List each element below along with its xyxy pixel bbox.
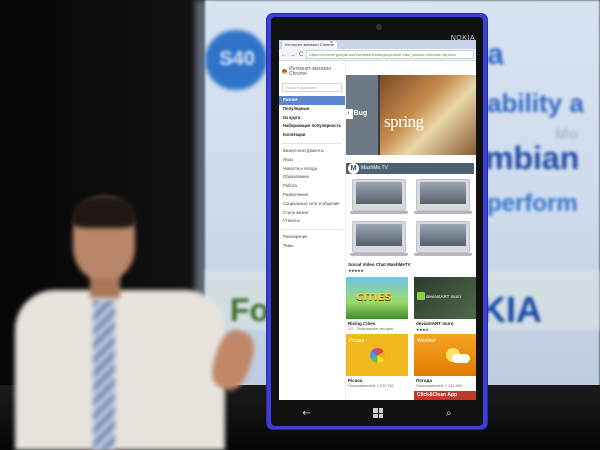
- slide-word: KIA: [480, 289, 542, 330]
- category-item[interactable]: Игры: [279, 156, 345, 165]
- store-title: Интернет-магазин Chrome: [289, 66, 331, 77]
- mashme-title: MashMe.TV: [361, 165, 388, 171]
- divider: [282, 142, 342, 144]
- category-item[interactable]: Темы: [279, 242, 345, 251]
- reload-icon[interactable]: C: [299, 52, 303, 58]
- toolbar: ← → C https://chrome.google.com/webstore…: [279, 49, 476, 61]
- app-meta: Пользователей: 1 131 999: [416, 384, 462, 388]
- category-item[interactable]: Расширения: [279, 233, 345, 242]
- slide-word: perform: [487, 190, 578, 217]
- laptop-image: [350, 221, 408, 256]
- category-item[interactable]: Социальные сети и общение: [279, 200, 345, 209]
- category-item[interactable]: Коллекции: [279, 131, 345, 140]
- slide-badge-text: S40: [219, 48, 255, 70]
- app-name[interactable]: deviantART muro: [416, 321, 454, 326]
- back-icon[interactable]: ←: [281, 52, 287, 58]
- carousel-prev-icon[interactable]: ‹: [346, 109, 353, 119]
- app-name[interactable]: Picasa: [348, 378, 362, 383]
- slide-word: ability a: [487, 88, 584, 118]
- category-item[interactable]: Новости и погода: [279, 165, 345, 174]
- content-top-strip: [346, 61, 476, 75]
- deviantart-logo-icon: [417, 292, 425, 300]
- laptop-image: [350, 179, 408, 214]
- slide-word: Fo: [230, 292, 270, 328]
- forward-icon[interactable]: →: [290, 52, 296, 58]
- app-tile-click-clean[interactable]: Click&Clean App: [414, 391, 476, 400]
- app-tile-rising-cities[interactable]: CITIES: [346, 277, 408, 319]
- app-meta: 3.0 · Популярное сегодня: [348, 327, 393, 331]
- laptop-image: [414, 221, 472, 256]
- category-item[interactable]: Из круга: [279, 114, 345, 123]
- presenter-shirt: [15, 290, 225, 450]
- windows-key-icon[interactable]: [373, 408, 384, 418]
- slide-word: mbian: [485, 140, 580, 176]
- phone-nav-keys: ← ⌕: [271, 404, 483, 422]
- app-tile-deviantart[interactable]: deviantART muro: [414, 277, 476, 319]
- category-item[interactable]: Набирающие популярность: [279, 122, 345, 131]
- app-meta: Пользователей: 1 070 761: [348, 384, 394, 388]
- tab-strip: Интернет-магазин Chrome ×: [279, 40, 476, 49]
- category-item[interactable]: Образование: [279, 173, 345, 182]
- mashme-logo: M: [348, 163, 359, 174]
- category-item[interactable]: Работа: [279, 182, 345, 191]
- tile-title: Click&Clean App: [417, 392, 458, 398]
- mashme-screenshots[interactable]: [350, 179, 474, 259]
- tile-title: deviantART muro: [426, 294, 461, 299]
- tab-chrome-store[interactable]: Интернет-магазин Chrome: [282, 41, 337, 49]
- address-bar[interactable]: https://chrome.google.com/webstore/categ…: [306, 50, 474, 59]
- store-sidebar: Интернет-магазин Chrome Поиск в магазине…: [279, 61, 346, 400]
- tab-title: Интернет-магазин Chrome: [285, 42, 334, 47]
- store-search-input[interactable]: Поиск в магазине: [282, 83, 342, 92]
- browser-window: Интернет-магазин Chrome × ← → C https://…: [279, 40, 476, 400]
- camera-icon: [376, 24, 382, 30]
- category-item[interactable]: Утилиты: [279, 217, 345, 226]
- category-item[interactable]: Бизнес-инструменты: [279, 147, 345, 156]
- app-tile-picasa[interactable]: Picasa: [346, 334, 408, 376]
- tile-title: CITIES: [356, 292, 392, 303]
- slide-word: a: [487, 38, 504, 71]
- search-key-icon[interactable]: ⌕: [446, 408, 452, 419]
- category-item[interactable]: Развлечения: [279, 191, 345, 200]
- picasa-logo-icon: [370, 348, 385, 363]
- app-name[interactable]: Social Video Chat MashMeTV: [348, 262, 411, 267]
- category-item[interactable]: Разное: [279, 96, 345, 105]
- mashme-banner[interactable]: M MashMe.TV: [346, 163, 474, 174]
- chrome-logo-icon: [282, 69, 287, 74]
- rating-stars: ★★★★: [416, 327, 429, 332]
- hero-banner[interactable]: erBug spring ‹: [346, 75, 476, 155]
- store-content: erBug spring ‹ M MashMe.TV Social Video …: [346, 61, 476, 400]
- app-name[interactable]: Rising Cities: [348, 321, 375, 326]
- tile-title: Picasa: [349, 338, 365, 344]
- app-tile-weather[interactable]: Weather: [414, 334, 476, 376]
- presenter-tie: [93, 300, 115, 450]
- category-item[interactable]: Популярные: [279, 105, 345, 114]
- category-item[interactable]: Стиль жизни: [279, 209, 345, 218]
- presenter-hair: [72, 196, 136, 228]
- app-name[interactable]: Погода: [416, 378, 432, 383]
- laptop-image: [414, 179, 472, 214]
- close-tab-icon[interactable]: ×: [330, 40, 333, 46]
- back-key-icon[interactable]: ←: [302, 408, 310, 419]
- tile-title: Weather: [417, 338, 436, 344]
- rating-stars: ★★★★★: [348, 268, 364, 273]
- hero-title: spring: [384, 112, 424, 131]
- cloud-icon: [452, 354, 470, 363]
- divider: [282, 229, 342, 231]
